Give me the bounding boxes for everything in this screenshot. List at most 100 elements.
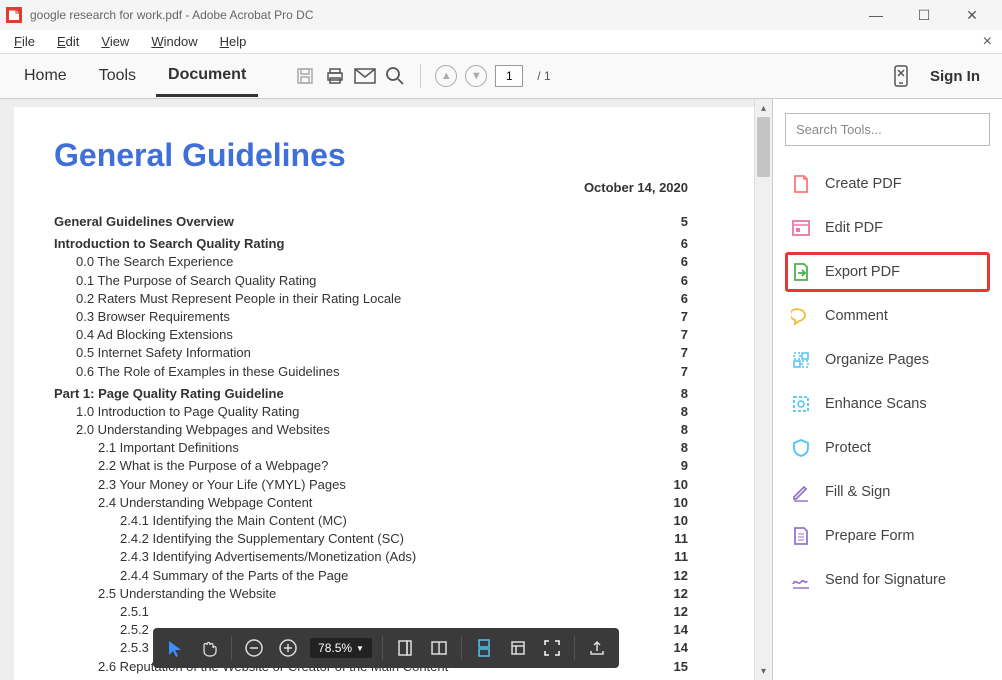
fullscreen-icon[interactable]	[540, 636, 564, 660]
scroll-mode-icon[interactable]	[472, 636, 496, 660]
scrollbar[interactable]: ▴ ▾	[754, 99, 772, 680]
toc-line[interactable]: 0.5 Internet Safety Information7	[54, 344, 718, 362]
page-up-icon[interactable]: ▲	[435, 65, 457, 87]
select-tool-icon[interactable]	[163, 636, 187, 660]
toc-line[interactable]: 2.0 Understanding Webpages and Websites8	[54, 421, 718, 439]
menu-window[interactable]: Window	[141, 32, 207, 51]
toc-text: 2.4.4 Summary of the Parts of the Page	[54, 567, 348, 585]
tools-panel: Search Tools... Create PDF Edit PDF Expo…	[772, 99, 1002, 680]
toc-text: Introduction to Search Quality Rating	[54, 235, 284, 253]
search-tools-input[interactable]: Search Tools...	[785, 113, 990, 146]
tool-edit-pdf[interactable]: Edit PDF	[785, 208, 990, 248]
toc-line[interactable]: 0.4 Ad Blocking Extensions7	[54, 326, 718, 344]
toc-line[interactable]: 2.1 Important Definitions 8	[54, 439, 718, 457]
toc-line[interactable]: 2.4.1 Identifying the Main Content (MC)1…	[54, 512, 718, 530]
tool-prepare-form[interactable]: Prepare Form	[785, 516, 990, 556]
menu-view[interactable]: View	[91, 32, 139, 51]
export-pdf-icon	[791, 262, 811, 282]
scroll-up-icon[interactable]: ▴	[755, 99, 772, 117]
tool-label: Organize Pages	[825, 352, 929, 368]
close-button[interactable]: ✕	[958, 5, 986, 25]
toc-line[interactable]: 1.0 Introduction to Page Quality Rating8	[54, 403, 718, 421]
menu-edit[interactable]: Edit	[47, 32, 89, 51]
toc-text: 2.5 Understanding the Website	[54, 585, 276, 603]
fit-width-icon[interactable]	[393, 636, 417, 660]
nav-tools[interactable]: Tools	[87, 57, 148, 95]
page-down-icon[interactable]: ▼	[465, 65, 487, 87]
signin-button[interactable]: Sign In	[920, 68, 990, 85]
menubar: File Edit View Window Help ×	[0, 30, 1002, 54]
toc-line[interactable]: 0.0 The Search Experience6	[54, 253, 718, 271]
toc-line[interactable]: 2.4.3 Identifying Advertisements/Monetiz…	[54, 548, 718, 566]
toc-line[interactable]: 2.4.4 Summary of the Parts of the Page12	[54, 567, 718, 585]
zoom-level[interactable]: 78.5%▼	[310, 638, 372, 658]
toc-line[interactable]: 0.1 The Purpose of Search Quality Rating…	[54, 272, 718, 290]
tool-fill-sign[interactable]: Fill & Sign	[785, 472, 990, 512]
view-mode-icon[interactable]	[506, 636, 530, 660]
tool-organize-pages[interactable]: Organize Pages	[785, 340, 990, 380]
nav-home[interactable]: Home	[12, 57, 79, 95]
comment-icon	[791, 306, 811, 326]
menu-help[interactable]: Help	[210, 32, 257, 51]
toc-line[interactable]: 0.2 Raters Must Represent People in thei…	[54, 290, 718, 308]
menu-file[interactable]: File	[4, 32, 45, 51]
toc-line[interactable]: 2.3 Your Money or Your Life (YMYL) Pages…	[54, 476, 718, 494]
toc-page-number: 8	[681, 403, 718, 421]
titlebar: google research for work.pdf - Adobe Acr…	[0, 0, 1002, 30]
toc-text: 2.1 Important Definitions	[54, 439, 239, 457]
fit-page-icon[interactable]	[427, 636, 451, 660]
scroll-thumb[interactable]	[757, 117, 770, 177]
toc-page-number: 11	[674, 548, 718, 566]
toc-line[interactable]: Part 1: Page Quality Rating Guideline8	[54, 385, 718, 403]
toc-page-number: 10	[674, 494, 718, 512]
tool-export-pdf[interactable]: Export PDF	[785, 252, 990, 292]
tool-label: Send for Signature	[825, 572, 946, 588]
toc-line[interactable]: General Guidelines Overview5	[54, 213, 718, 231]
scroll-down-icon[interactable]: ▾	[755, 662, 772, 680]
toc-page-number: 7	[681, 363, 718, 381]
tool-comment[interactable]: Comment	[785, 296, 990, 336]
hand-tool-icon[interactable]	[197, 636, 221, 660]
save-icon[interactable]	[294, 65, 316, 87]
toc-line[interactable]: 2.5 Understanding the Website12	[54, 585, 718, 603]
fill-sign-icon	[791, 482, 811, 502]
zoom-in-icon[interactable]	[276, 636, 300, 660]
toc-line[interactable]: 2.5.112	[54, 603, 718, 621]
tool-label: Prepare Form	[825, 528, 914, 544]
toc-text: 0.4 Ad Blocking Extensions	[54, 326, 233, 344]
enhance-icon	[791, 394, 811, 414]
page-number-input[interactable]	[495, 65, 523, 87]
nav-document[interactable]: Document	[156, 56, 258, 97]
search-icon[interactable]	[384, 65, 406, 87]
print-icon[interactable]	[324, 65, 346, 87]
pdf-page: General Guidelines October 14, 2020 Gene…	[14, 107, 758, 680]
edit-pdf-icon	[791, 218, 811, 238]
tool-create-pdf[interactable]: Create PDF	[785, 164, 990, 204]
close-doc-button[interactable]: ×	[983, 33, 992, 51]
toc-line[interactable]: 0.6 The Role of Examples in these Guidel…	[54, 363, 718, 381]
toc-text: 2.0 Understanding Webpages and Websites	[54, 421, 330, 439]
toc-line[interactable]: 2.4.2 Identifying the Supplementary Cont…	[54, 530, 718, 548]
tool-protect[interactable]: Protect	[785, 428, 990, 468]
toc-line[interactable]: 2.2 What is the Purpose of a Webpage?9	[54, 457, 718, 475]
toc-line[interactable]: 0.3 Browser Requirements7	[54, 308, 718, 326]
tool-enhance-scans[interactable]: Enhance Scans	[785, 384, 990, 424]
maximize-button[interactable]: ☐	[910, 5, 938, 25]
minimize-button[interactable]: —	[862, 5, 890, 25]
toc-text: 2.5.2	[54, 621, 149, 639]
toc-page-number: 7	[681, 344, 718, 362]
toc-page-number: 8	[681, 439, 718, 457]
zoom-out-icon[interactable]	[242, 636, 266, 660]
tool-label: Fill & Sign	[825, 484, 890, 500]
email-icon[interactable]	[354, 65, 376, 87]
doc-heading: General Guidelines	[54, 137, 718, 174]
toc-text: 2.4.2 Identifying the Supplementary Cont…	[54, 530, 404, 548]
toc-text: General Guidelines Overview	[54, 213, 234, 231]
mobile-icon[interactable]	[890, 65, 912, 87]
toc-text: 2.3 Your Money or Your Life (YMYL) Pages	[54, 476, 346, 494]
toc-line[interactable]: 2.4 Understanding Webpage Content10	[54, 494, 718, 512]
toc-line[interactable]: Introduction to Search Quality Rating6	[54, 235, 718, 253]
share-icon[interactable]	[585, 636, 609, 660]
tool-send-signature[interactable]: Send for Signature	[785, 560, 990, 600]
toc-text: 0.0 The Search Experience	[54, 253, 233, 271]
